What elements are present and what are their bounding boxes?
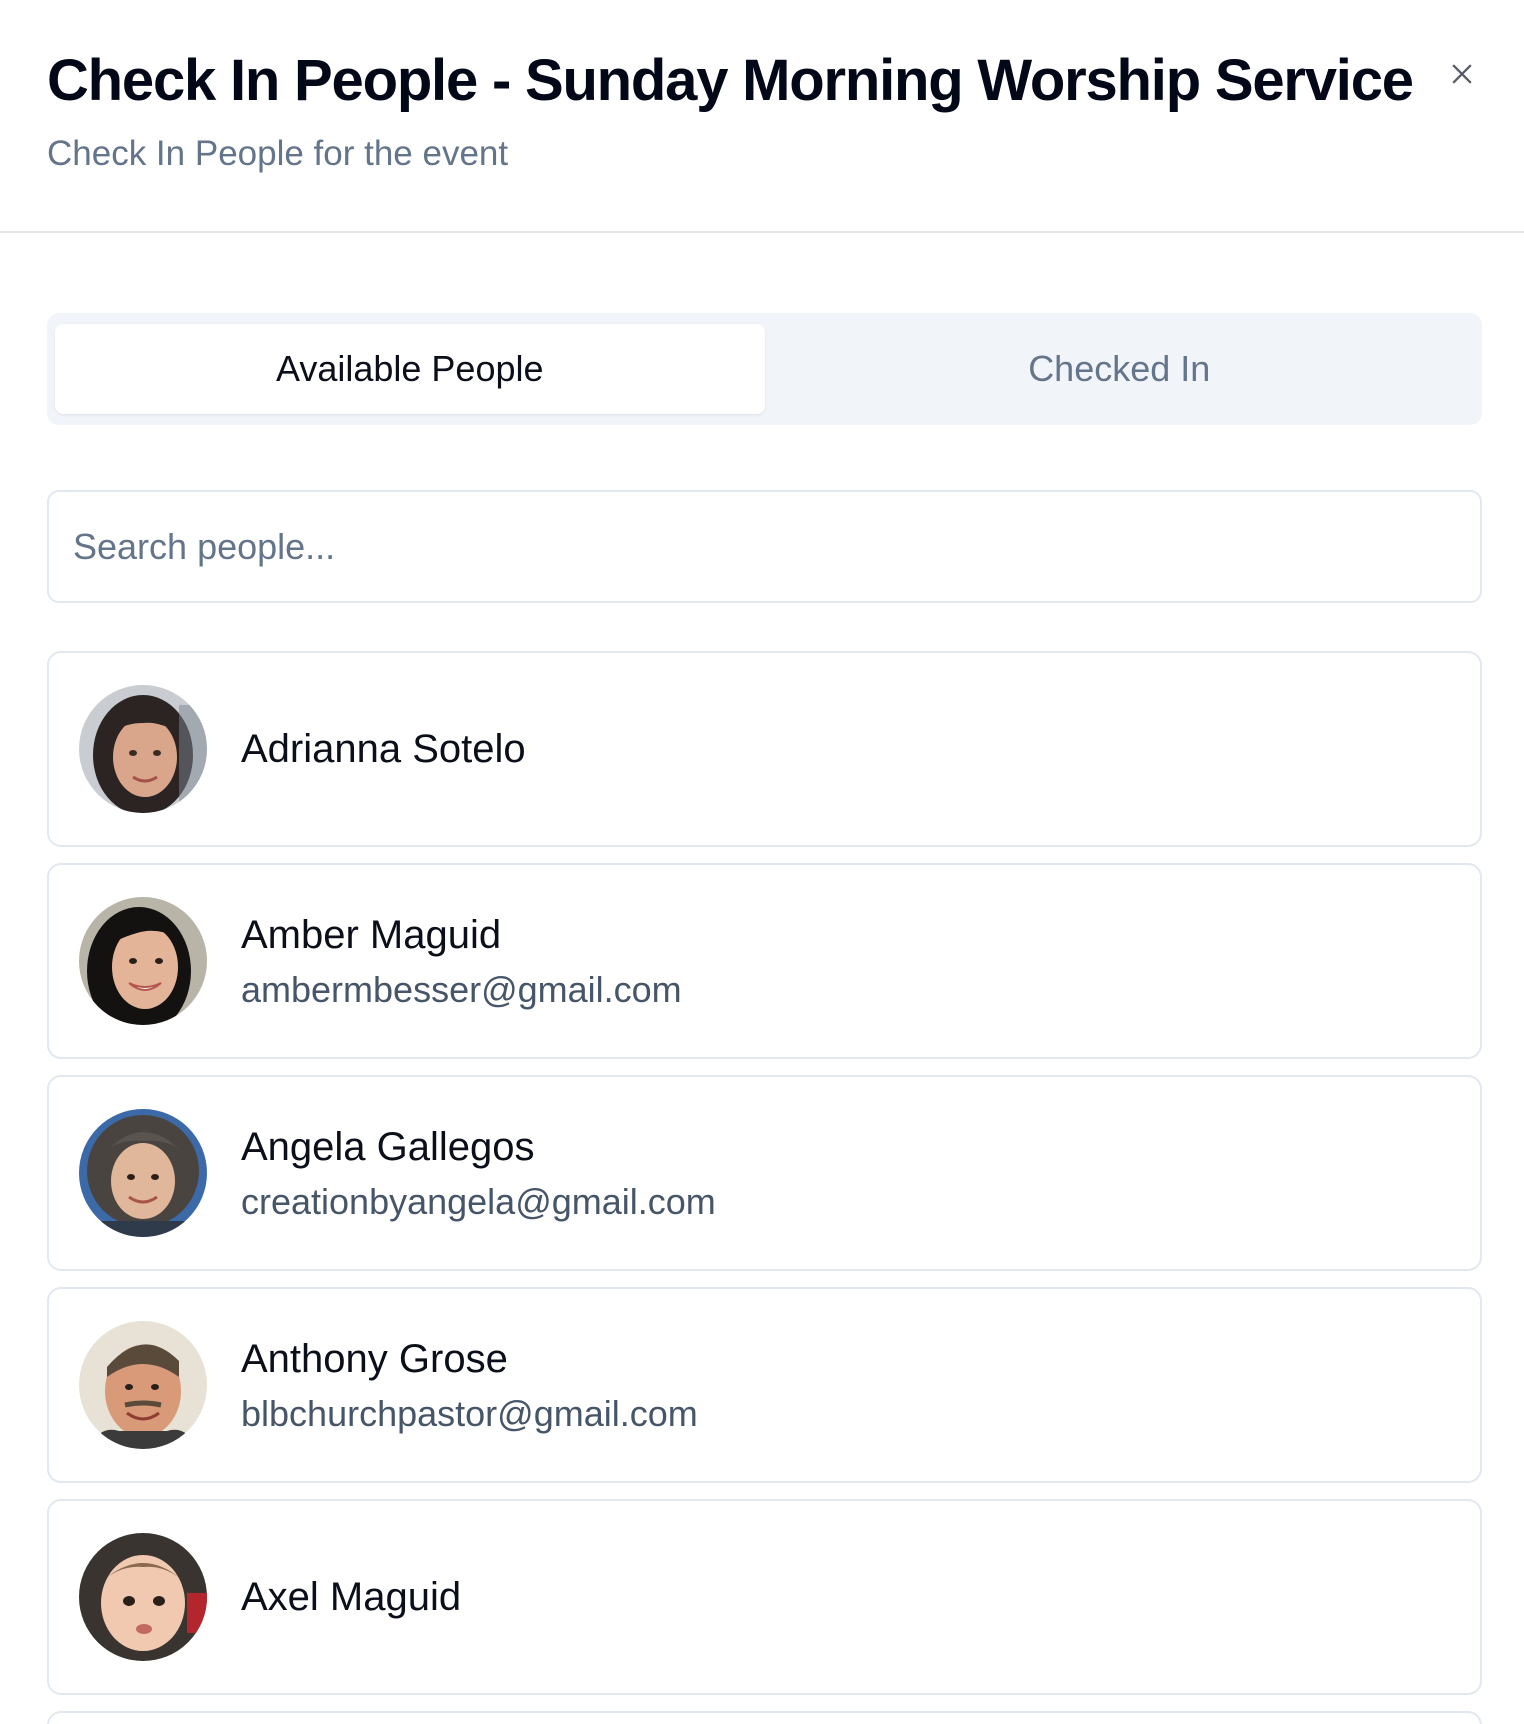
list-item[interactable]: Anthony Grose blbchurchpastor@gmail.com bbox=[47, 1287, 1482, 1483]
list-item[interactable]: Angela Gallegos creationbyangela@gmail.c… bbox=[47, 1075, 1482, 1271]
dialog-header: Check In People - Sunday Morning Worship… bbox=[0, 0, 1524, 233]
list-item-partial bbox=[47, 1711, 1482, 1724]
search-input[interactable] bbox=[73, 525, 1456, 568]
person-email: creationbyangela@gmail.com bbox=[241, 1181, 716, 1222]
tab-list: Available People Checked In bbox=[47, 313, 1482, 425]
list-item[interactable]: Adrianna Sotelo bbox=[47, 651, 1482, 847]
person-info: Adrianna Sotelo bbox=[241, 723, 526, 775]
person-name: Anthony Grose bbox=[241, 1337, 508, 1381]
person-name: Amber Maguid bbox=[241, 913, 502, 957]
close-icon bbox=[1452, 64, 1472, 84]
person-name: Axel Maguid bbox=[241, 1575, 462, 1619]
avatar bbox=[79, 897, 207, 1025]
person-info: Axel Maguid bbox=[241, 1571, 461, 1623]
person-info: Angela Gallegos creationbyangela@gmail.c… bbox=[241, 1121, 716, 1225]
check-in-dialog: Check In People - Sunday Morning Worship… bbox=[0, 0, 1524, 1724]
dialog-body: Available People Checked In Search peopl… bbox=[0, 233, 1524, 1724]
list-item[interactable]: Amber Maguid ambermbesser@gmail.com bbox=[47, 863, 1482, 1059]
avatar bbox=[79, 1321, 207, 1449]
person-name: Adrianna Sotelo bbox=[241, 727, 526, 771]
dialog-subtitle: Check In People for the event bbox=[47, 134, 509, 173]
person-email: ambermbesser@gmail.com bbox=[241, 969, 682, 1010]
avatar bbox=[79, 1533, 207, 1661]
search-box bbox=[47, 490, 1482, 603]
person-info: Amber Maguid ambermbesser@gmail.com bbox=[241, 909, 682, 1013]
people-list: Adrianna Sotelo Amber Maguid ambermbesse… bbox=[47, 651, 1482, 1724]
avatar bbox=[79, 685, 207, 813]
dialog-title: Check In People - Sunday Morning Worship… bbox=[47, 48, 1414, 113]
person-name: Angela Gallegos bbox=[241, 1125, 535, 1169]
list-item[interactable]: Axel Maguid bbox=[47, 1499, 1482, 1695]
close-button[interactable] bbox=[1440, 52, 1484, 96]
person-email: blbchurchpastor@gmail.com bbox=[241, 1393, 698, 1434]
person-info: Anthony Grose blbchurchpastor@gmail.com bbox=[241, 1333, 698, 1437]
tab-checked-in[interactable]: Checked In bbox=[765, 324, 1475, 414]
avatar bbox=[79, 1109, 207, 1237]
tab-available-people[interactable]: Available People bbox=[55, 324, 765, 414]
